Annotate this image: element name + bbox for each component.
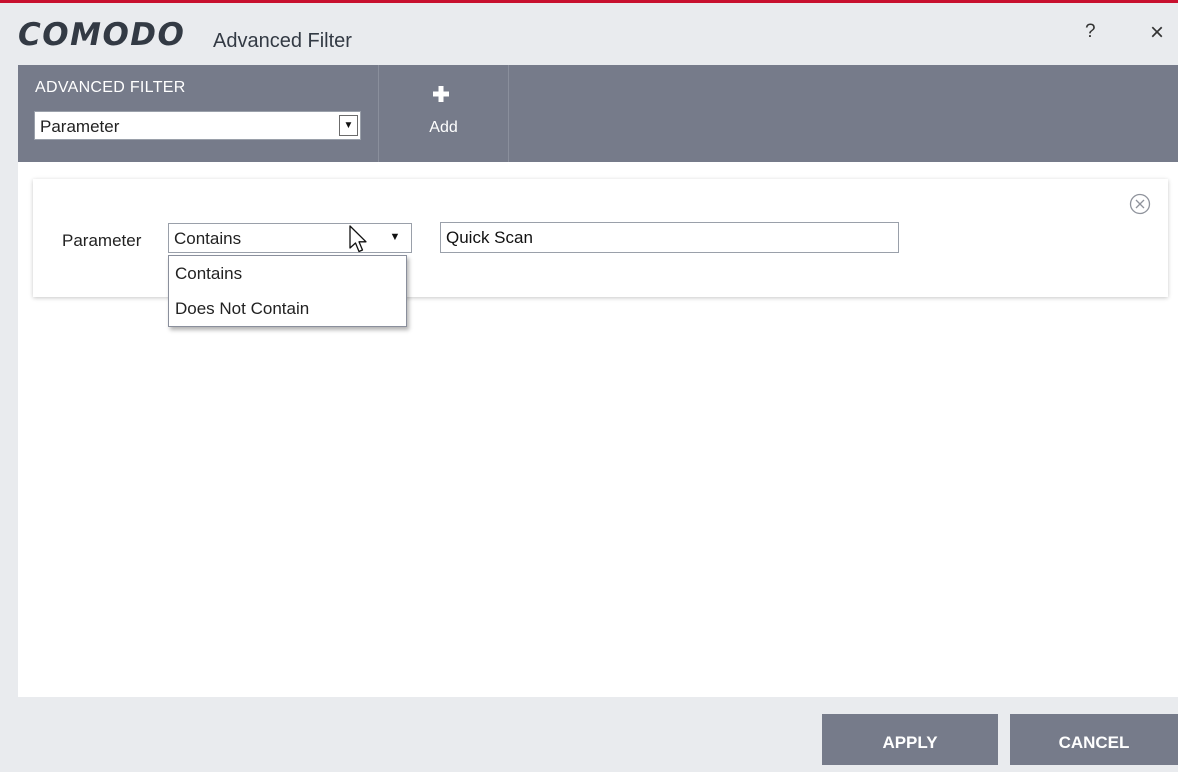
dropdown-option-contains[interactable]: Contains [169, 256, 406, 291]
brand-logo: COMODO [18, 17, 186, 53]
triangle-down-icon[interactable]: ▼ [382, 223, 408, 251]
window-title: Advanced Filter [213, 30, 352, 52]
add-label: Add [429, 119, 458, 136]
title-bar: COMODO Advanced Filter ? × [0, 3, 1178, 65]
mouse-cursor-icon [349, 225, 367, 253]
plus-icon [433, 86, 449, 102]
filter-value-input[interactable]: Quick Scan [440, 222, 899, 253]
filter-content-area: Parameter Contains ▼ Quick Scan [18, 162, 1178, 697]
filter-value-text: Quick Scan [446, 228, 533, 247]
condition-select-value: Contains [174, 229, 242, 248]
apply-button[interactable]: APPLY [822, 714, 998, 765]
close-button[interactable]: × [1150, 19, 1164, 47]
parameter-label: Parameter [62, 231, 142, 250]
help-button[interactable]: ? [1085, 21, 1096, 43]
cancel-button[interactable]: CANCEL [1010, 714, 1178, 765]
dropdown-option-does-not-contain[interactable]: Does Not Contain [169, 291, 406, 326]
circle-x-icon[interactable] [1129, 193, 1151, 215]
condition-select[interactable]: Contains [168, 223, 412, 253]
condition-dropdown-list: Contains Does Not Contain [168, 255, 407, 327]
advanced-filter-section: ADVANCED FILTER Parameter ▼ [18, 65, 378, 162]
filter-type-select-value: Parameter [40, 117, 120, 136]
toolbar: ADVANCED FILTER Parameter ▼ Add [18, 65, 1178, 162]
toolbar-divider [508, 65, 509, 162]
filter-type-select[interactable]: Parameter ▼ [34, 111, 361, 140]
add-filter-button[interactable]: Add [379, 65, 508, 162]
chevron-down-icon[interactable]: ▼ [339, 115, 358, 136]
advanced-filter-label: ADVANCED FILTER [35, 79, 186, 96]
